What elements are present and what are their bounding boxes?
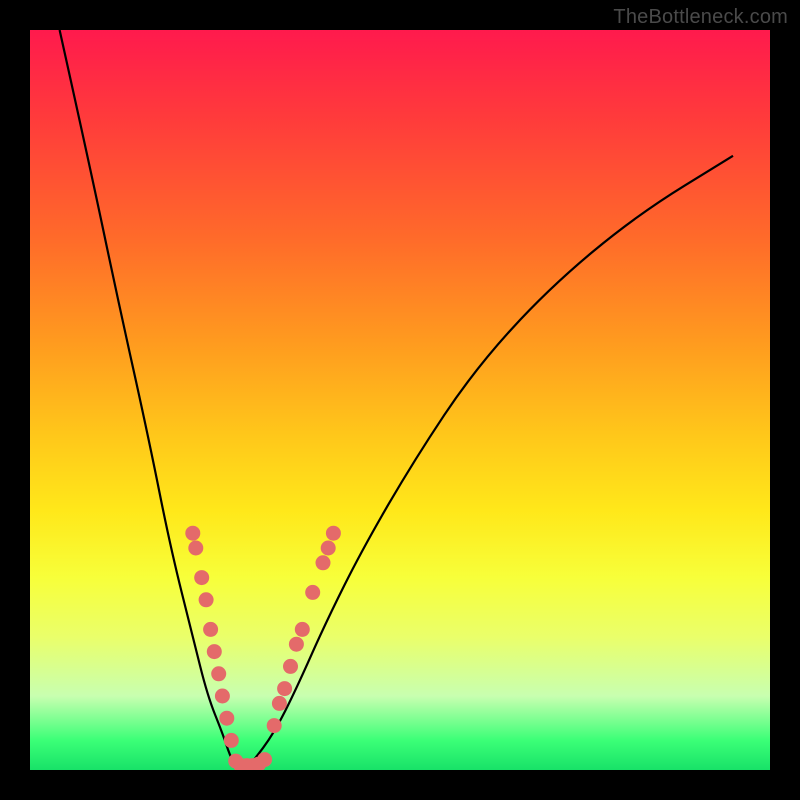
data-marker [188, 541, 203, 556]
data-marker [326, 526, 341, 541]
data-marker [219, 711, 234, 726]
data-marker [289, 637, 304, 652]
data-marker [305, 585, 320, 600]
chart-frame: TheBottleneck.com [0, 0, 800, 800]
data-marker [224, 733, 239, 748]
bottleneck-curve [60, 30, 733, 770]
data-marker [267, 718, 282, 733]
watermark-text: TheBottleneck.com [613, 6, 788, 29]
data-marker [321, 541, 336, 556]
data-marker [272, 696, 287, 711]
data-marker [277, 681, 292, 696]
data-marker [257, 752, 272, 767]
plot-area [30, 30, 770, 770]
data-marker [316, 555, 331, 570]
marker-layer [185, 526, 341, 770]
data-marker [215, 689, 230, 704]
curve-path [60, 30, 733, 770]
data-marker [211, 666, 226, 681]
chart-svg [30, 30, 770, 770]
data-marker [185, 526, 200, 541]
data-marker [283, 659, 298, 674]
data-marker [295, 622, 310, 637]
data-marker [203, 622, 218, 637]
data-marker [199, 592, 214, 607]
data-marker [207, 644, 222, 659]
data-marker [194, 570, 209, 585]
